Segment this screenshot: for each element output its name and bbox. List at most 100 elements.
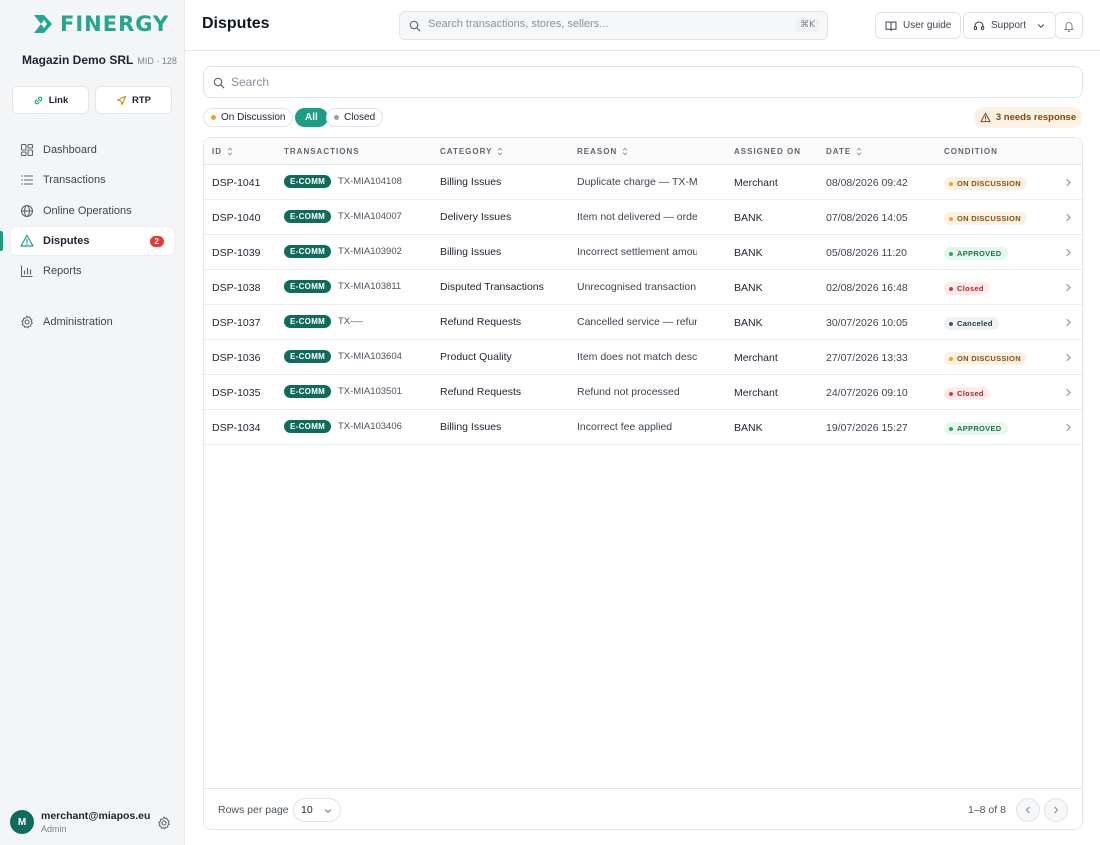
- filter-all[interactable]: All: [295, 108, 328, 127]
- date: 08/08/2026 09:42: [826, 177, 908, 189]
- filter-label: Closed: [344, 112, 376, 123]
- chevron-left-icon: [1025, 806, 1030, 814]
- assigned-on: BANK: [734, 282, 763, 294]
- reason: Unrecognised transaction: [577, 281, 697, 293]
- sidebar-item-online-operations[interactable]: Online Operations: [11, 197, 174, 225]
- search-shortcut: ⌘K: [796, 18, 819, 32]
- transaction-id[interactable]: TX-MIA103406: [338, 421, 402, 432]
- status-badge: ON DISCUSSION: [944, 212, 1027, 225]
- chevron-right-icon[interactable]: [1064, 283, 1073, 292]
- rows-per-page-select[interactable]: 10: [293, 798, 341, 822]
- status-label: ON DISCUSSION: [957, 214, 1021, 223]
- sidebar-item-administration[interactable]: Administration: [11, 308, 174, 336]
- column-label: TRANSACTIONS: [284, 147, 360, 156]
- avatar: M: [10, 810, 34, 834]
- user-profile[interactable]: M merchant@miapos.eu Admin: [10, 810, 178, 836]
- column-header-id[interactable]: ID: [212, 147, 234, 156]
- status-badge: Closed: [944, 387, 990, 400]
- category: Billing Issues: [440, 176, 502, 188]
- status-label: ON DISCUSSION: [957, 354, 1021, 363]
- category: Delivery Issues: [440, 211, 512, 223]
- channel-tag: E-COMM: [284, 175, 332, 188]
- sidebar-item-label: Reports: [43, 265, 82, 277]
- column-header-category[interactable]: CATEGORY: [440, 147, 504, 156]
- table-row[interactable]: DSP-1038 E-COMM TX-MIA103811 Disputed Tr…: [204, 270, 1082, 305]
- table-row[interactable]: DSP-1039 E-COMM TX-MIA103902 Billing Iss…: [204, 235, 1082, 270]
- chevron-right-icon[interactable]: [1064, 388, 1073, 397]
- previous-page-button[interactable]: [1016, 798, 1040, 822]
- status-label: APPROVED: [957, 424, 1002, 433]
- filter-closed[interactable]: Closed: [326, 108, 384, 127]
- date: 27/07/2026 13:33: [826, 352, 908, 364]
- send-icon: [116, 95, 127, 105]
- status-label: Closed: [957, 389, 984, 398]
- date: 19/07/2026 15:27: [826, 422, 908, 434]
- chevron-right-icon[interactable]: [1064, 353, 1073, 362]
- filter-on-discussion[interactable]: On Discussion: [203, 108, 294, 127]
- disputes-search[interactable]: [203, 66, 1083, 98]
- chevron-right-icon[interactable]: [1064, 213, 1073, 222]
- column-header-date[interactable]: DATE: [826, 147, 863, 156]
- column-header-assigned-on: ASSIGNED ON: [734, 147, 801, 156]
- table-row[interactable]: DSP-1040 E-COMM TX-MIA104007 Delivery Is…: [204, 200, 1082, 235]
- link-button[interactable]: Link: [12, 86, 89, 114]
- gear-icon: [21, 315, 33, 329]
- transaction-id[interactable]: TX-MIA104108: [338, 176, 402, 187]
- link-button-label: Link: [48, 94, 69, 106]
- status-badge: ON DISCUSSION: [944, 177, 1027, 190]
- category: Product Quality: [440, 351, 512, 363]
- chevron-right-icon[interactable]: [1064, 248, 1073, 257]
- column-header-reason[interactable]: REASON: [577, 147, 629, 156]
- global-search[interactable]: ⌘K: [399, 11, 828, 40]
- transaction-id[interactable]: TX-MIA103902: [338, 246, 402, 257]
- chevron-right-icon[interactable]: [1064, 423, 1073, 432]
- rtp-button[interactable]: RTP: [95, 86, 172, 114]
- status-dot: [949, 356, 953, 361]
- dispute-id: DSP-1041: [212, 177, 261, 189]
- transaction-id[interactable]: TX-—: [338, 316, 363, 327]
- global-search-input[interactable]: [428, 18, 788, 30]
- chevron-right-icon[interactable]: [1064, 178, 1073, 187]
- sidebar-item-disputes[interactable]: Disputes 2: [11, 227, 174, 255]
- table-row[interactable]: DSP-1034 E-COMM TX-MIA103406 Billing Iss…: [204, 410, 1082, 445]
- filter-label: All: [305, 112, 318, 123]
- table-row[interactable]: DSP-1037 E-COMM TX-— Refund Requests Can…: [204, 305, 1082, 340]
- sidebar-item-reports[interactable]: Reports: [11, 257, 174, 285]
- transaction-id[interactable]: TX-MIA103811: [338, 281, 401, 292]
- assigned-on: BANK: [734, 317, 763, 329]
- table-row[interactable]: DSP-1035 E-COMM TX-MIA103501 Refund Requ…: [204, 375, 1082, 410]
- column-label: ID: [212, 147, 222, 156]
- settings-gear-icon[interactable]: [157, 816, 171, 830]
- disputes-search-input[interactable]: [231, 75, 1051, 89]
- transaction-id[interactable]: TX-MIA104007: [338, 211, 402, 222]
- transaction-id[interactable]: TX-MIA103501: [338, 386, 402, 397]
- transaction-id[interactable]: TX-MIA103604: [338, 351, 402, 362]
- chevron-right-icon[interactable]: [1064, 318, 1073, 327]
- finergy-logo-icon: [34, 15, 52, 33]
- sidebar: FINERGY Magazin Demo SRL MID · 128 Link R…: [0, 0, 185, 845]
- channel-tag: E-COMM: [284, 210, 332, 223]
- status-label: Canceled: [957, 319, 993, 328]
- date: 07/08/2026 14:05: [826, 212, 908, 224]
- rows-per-page-value: 10: [301, 804, 313, 816]
- table-row[interactable]: DSP-1036 E-COMM TX-MIA103604 Product Qua…: [204, 340, 1082, 375]
- status-dot: [949, 391, 953, 396]
- status-dot: [949, 216, 953, 221]
- sidebar-item-dashboard[interactable]: Dashboard: [11, 136, 174, 164]
- date: 02/08/2026 16:48: [826, 282, 908, 294]
- assigned-on: BANK: [734, 247, 763, 259]
- sidebar-item-transactions[interactable]: Transactions: [11, 166, 174, 194]
- notifications-button[interactable]: [1055, 12, 1083, 39]
- needs-response-badge[interactable]: 3 needs response: [974, 107, 1082, 128]
- user-guide-button[interactable]: User guide: [875, 12, 962, 39]
- support-dropdown[interactable]: Support: [963, 12, 1057, 39]
- assigned-on: Merchant: [734, 352, 778, 364]
- status-dot: [949, 286, 953, 291]
- channel-tag: E-COMM: [284, 350, 332, 363]
- brand-logo[interactable]: FINERGY: [32, 12, 169, 36]
- next-page-button[interactable]: [1044, 798, 1068, 822]
- table-row[interactable]: DSP-1041 E-COMM TX-MIA104108 Billing Iss…: [204, 165, 1082, 200]
- category: Disputed Transactions: [440, 281, 544, 293]
- sidebar-item-label: Transactions: [43, 174, 106, 186]
- date: 30/07/2026 10:05: [826, 317, 908, 329]
